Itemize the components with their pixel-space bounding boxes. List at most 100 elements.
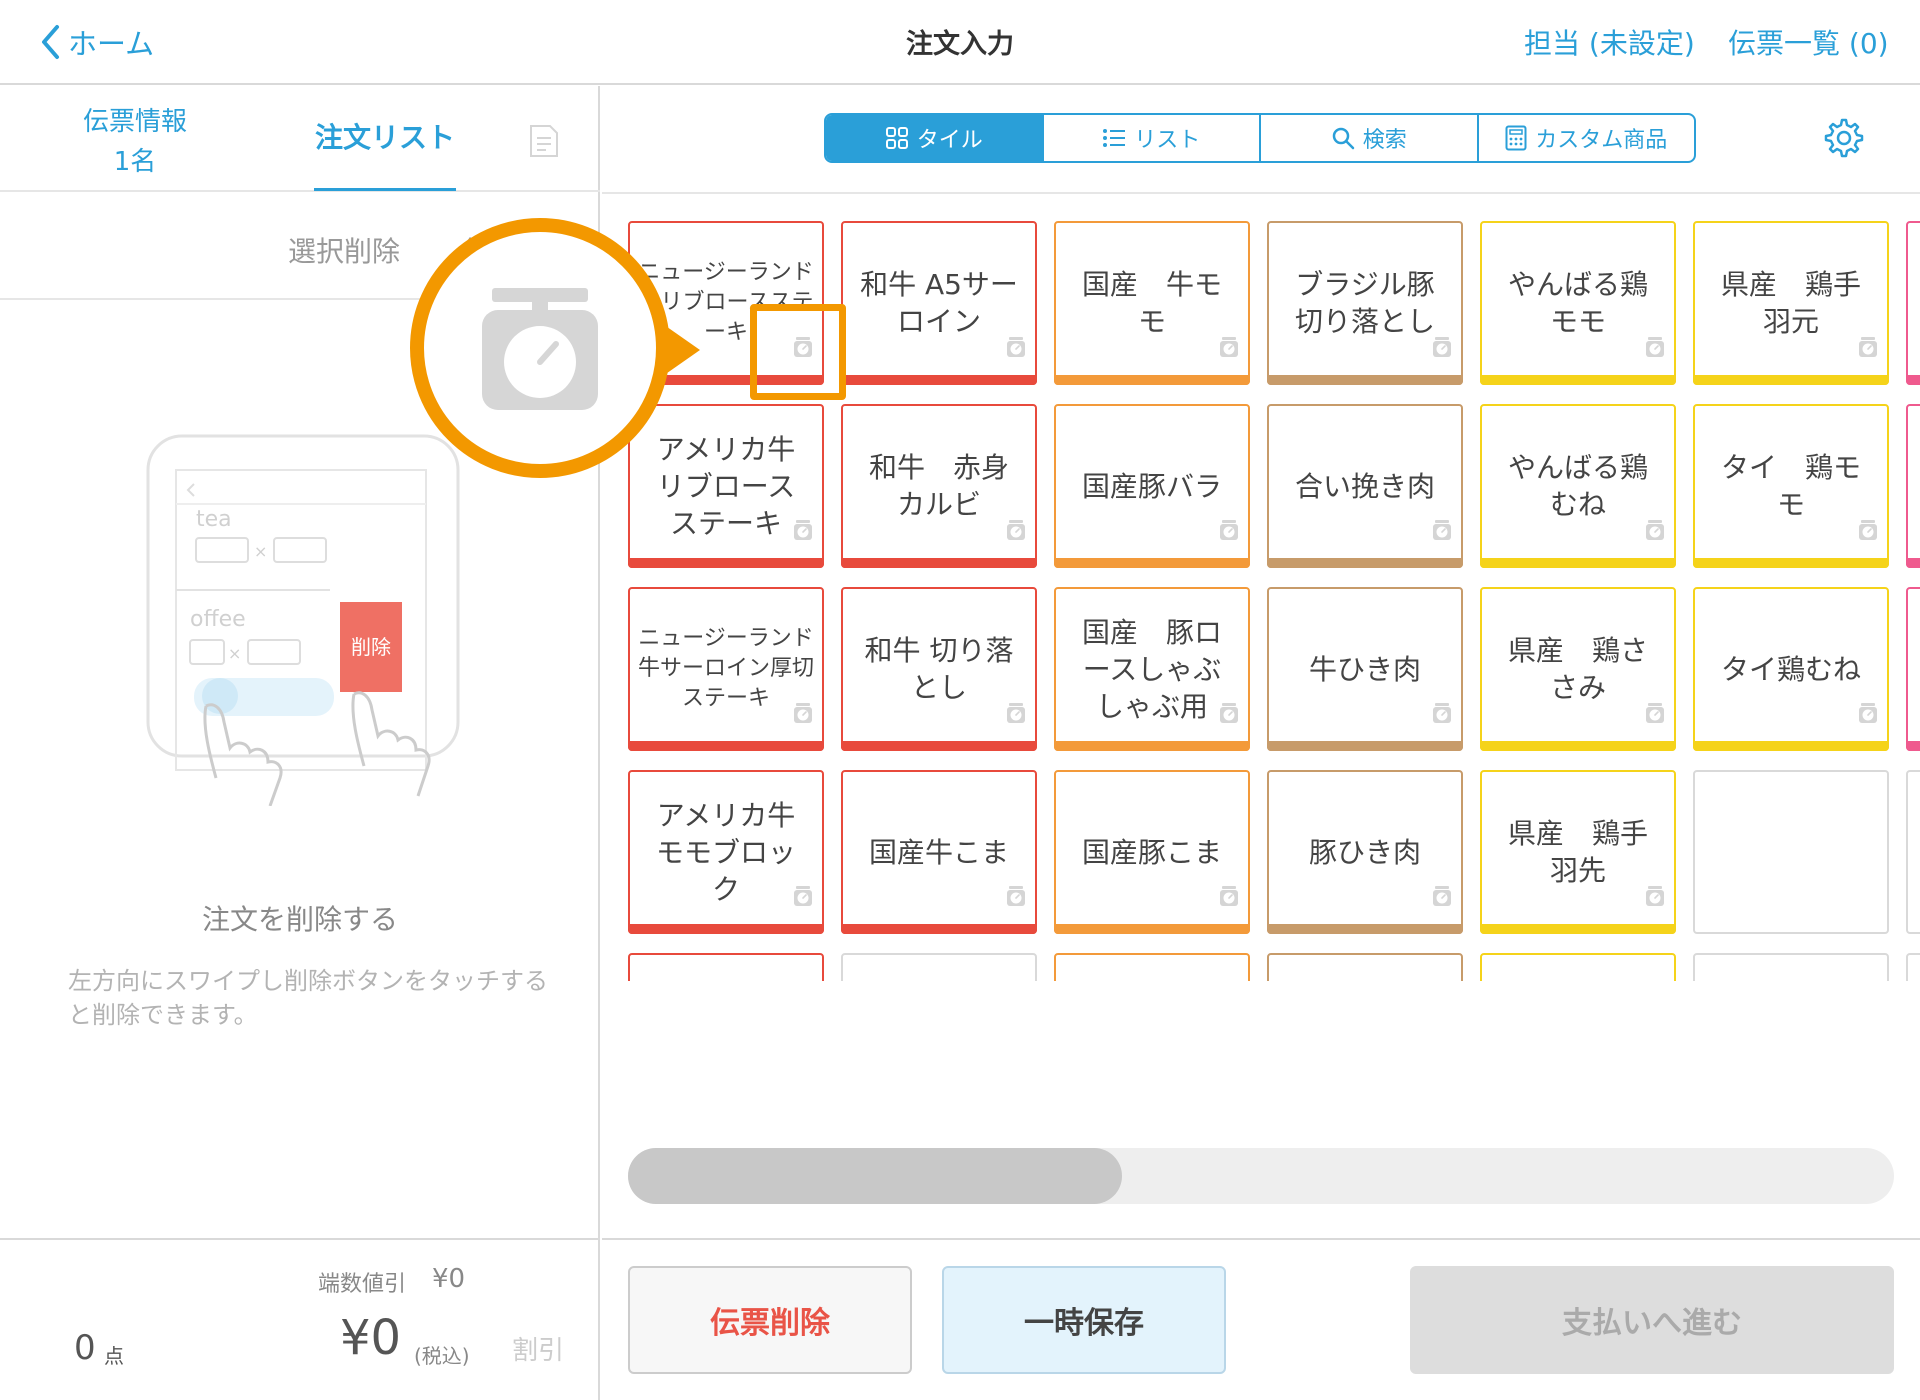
tab-list[interactable]: リスト bbox=[1044, 115, 1261, 161]
product-tile[interactable]: アメリカ牛切り落とし bbox=[628, 953, 824, 981]
product-tile[interactable]: 県産 鶏ささみ bbox=[1480, 587, 1676, 751]
empty-tile[interactable] bbox=[1693, 770, 1889, 934]
swipe-delete-illustration: tea × offee × 削除 bbox=[146, 434, 460, 806]
product-tile-label: 県産 鶏ささみ bbox=[1507, 634, 1648, 704]
empty-tile[interactable] bbox=[841, 953, 1037, 981]
total-amount: ¥0 bbox=[340, 1310, 402, 1366]
scale-icon bbox=[1431, 696, 1453, 733]
delete-slip-button[interactable]: 伝票削除 bbox=[628, 1266, 912, 1374]
scale-icon bbox=[1005, 696, 1027, 733]
product-tile-partial[interactable] bbox=[1906, 953, 1920, 981]
scale-icon bbox=[1431, 879, 1453, 916]
tab-slip-info-count: 1名 bbox=[113, 147, 157, 177]
product-tile-label: やんばる鶏むね bbox=[1507, 451, 1648, 521]
empty-state-description: 左方向にスワイプし削除ボタンをタッチすると削除できます。 bbox=[68, 967, 548, 1029]
slip-list-button[interactable]: 伝票一覧 (0) bbox=[1728, 22, 1889, 62]
callout-highlight-box bbox=[750, 304, 846, 400]
product-tile[interactable]: タイ 鶏モモ bbox=[1693, 404, 1889, 568]
home-back-label: ホーム bbox=[68, 27, 155, 61]
product-tile[interactable]: ブラジル豚ロース bbox=[1054, 953, 1250, 981]
product-tile-label: 県産 鶏手羽先 bbox=[1507, 817, 1648, 887]
tile-category-bar bbox=[841, 558, 1037, 568]
product-tile[interactable]: 鶏ひき肉 bbox=[1267, 953, 1463, 981]
tile-category-bar bbox=[1693, 375, 1889, 385]
scrollbar-thumb[interactable] bbox=[628, 1148, 1122, 1204]
tile-grid-icon bbox=[885, 127, 908, 149]
product-tile[interactable]: 国産豚バラ bbox=[1054, 404, 1250, 568]
footer-divider bbox=[0, 1238, 600, 1240]
product-tile[interactable]: 牛ひき肉 bbox=[1267, 587, 1463, 751]
tab-search[interactable]: 検索 bbox=[1261, 115, 1479, 161]
home-back-button[interactable]: ホーム bbox=[40, 20, 154, 64]
proceed-to-payment-button[interactable]: 支払いへ進む bbox=[1410, 1266, 1894, 1374]
product-tile-label: ニュージーランド 牛サーロイン厚切ステーキ bbox=[638, 626, 836, 711]
zoom-callout bbox=[410, 218, 670, 478]
hold-button[interactable]: 一時保存 bbox=[942, 1266, 1226, 1374]
product-tile[interactable]: 国産 牛モモ bbox=[1054, 221, 1250, 385]
product-tile-label: ブラジル豚切り落とし bbox=[1294, 268, 1435, 338]
tab-custom-item-label: カスタム商品 bbox=[1535, 128, 1668, 153]
horizontal-scrollbar[interactable] bbox=[628, 1148, 1894, 1204]
scale-icon bbox=[1857, 513, 1879, 550]
tile-category-bar bbox=[1054, 558, 1250, 568]
product-tile[interactable]: 豚ひき肉 bbox=[1267, 770, 1463, 934]
empty-tile[interactable] bbox=[1693, 953, 1889, 981]
tile-category-bar bbox=[1480, 558, 1676, 568]
product-tile-label: 国産牛こま bbox=[868, 835, 1009, 869]
product-tile[interactable]: タイ鶏むね bbox=[1693, 587, 1889, 751]
toolbar-divider bbox=[602, 192, 1920, 194]
scale-icon bbox=[1857, 330, 1879, 367]
scale-icon bbox=[1644, 330, 1666, 367]
product-tile[interactable]: ブラジル豚切り落とし bbox=[1267, 221, 1463, 385]
tab-order-list[interactable]: 注文リスト bbox=[314, 116, 456, 156]
scale-icon bbox=[792, 702, 814, 733]
discount-button[interactable]: 割引 bbox=[512, 1330, 564, 1367]
empty-state-title: 注文を削除する bbox=[201, 903, 398, 936]
receipt-icon[interactable] bbox=[528, 124, 560, 158]
tile-category-bar bbox=[1906, 741, 1920, 751]
action-bar-divider bbox=[602, 1238, 1920, 1240]
tax-included-label: (税込) bbox=[414, 1344, 470, 1368]
tab-list-label: リスト bbox=[1134, 128, 1201, 153]
product-tile[interactable]: 国産 豚ロースしゃぶしゃぶ用 bbox=[1054, 587, 1250, 751]
product-tile-partial[interactable] bbox=[1906, 221, 1920, 385]
product-tile-partial[interactable] bbox=[1906, 770, 1920, 934]
product-tile-partial[interactable] bbox=[1906, 587, 1920, 751]
product-tile[interactable]: 国産牛こま bbox=[841, 770, 1037, 934]
product-tile-label: タイ鶏むね bbox=[1720, 652, 1861, 686]
scale-icon bbox=[1857, 696, 1879, 733]
product-tile[interactable]: 県産 鶏手羽先 bbox=[1480, 770, 1676, 934]
tile-category-bar bbox=[1480, 741, 1676, 751]
product-tile[interactable]: 国産豚こま bbox=[1054, 770, 1250, 934]
scale-icon bbox=[1218, 513, 1240, 550]
product-tile[interactable]: やんばる鶏むね bbox=[1480, 404, 1676, 568]
product-tile[interactable]: 和牛 切り落とし bbox=[841, 587, 1037, 751]
product-tile-label: 県産 鶏手羽元 bbox=[1720, 268, 1861, 338]
side-tabs: 伝票情報 1名 注文リスト bbox=[0, 86, 600, 192]
product-tile[interactable]: アメリカ牛リブロースステーキ bbox=[628, 404, 824, 568]
illus-item-tea: tea bbox=[196, 507, 232, 532]
active-tab-indicator bbox=[314, 188, 456, 191]
tab-slip-info[interactable]: 伝票情報 1名 bbox=[60, 102, 210, 182]
product-tile[interactable]: 合い挽き肉 bbox=[1267, 404, 1463, 568]
staff-button[interactable]: 担当 (未設定) bbox=[1524, 22, 1695, 62]
gear-icon[interactable] bbox=[1822, 116, 1866, 160]
product-tile-label: 合い挽き肉 bbox=[1294, 469, 1435, 503]
product-tile[interactable]: 和牛 A5サーロイン bbox=[841, 221, 1037, 385]
product-tile[interactable]: ニュージーランド 牛サーロイン厚切ステーキ bbox=[628, 587, 836, 751]
callout-arrow bbox=[660, 322, 700, 378]
select-delete-button[interactable]: 選択削除 bbox=[288, 230, 400, 270]
product-tile[interactable]: 県産 鶏手羽元 bbox=[1693, 221, 1889, 385]
product-tile[interactable]: アメリカ牛モモブロック bbox=[628, 770, 824, 934]
tile-category-bar bbox=[1267, 375, 1463, 385]
tile-category-bar bbox=[841, 741, 1037, 751]
tab-tile[interactable]: タイル bbox=[826, 115, 1044, 161]
tab-custom-item[interactable]: カスタム商品 bbox=[1479, 115, 1695, 161]
product-tile[interactable]: やんばる鶏モモ bbox=[1480, 221, 1676, 385]
tile-category-bar bbox=[1906, 375, 1920, 385]
product-tile-label: やんばる鶏モモ bbox=[1507, 268, 1648, 338]
scale-icon-magnified bbox=[482, 288, 598, 410]
product-tile[interactable]: 県産 鶏手羽中 bbox=[1480, 953, 1676, 981]
product-tile[interactable]: 和牛 赤身カルビ bbox=[841, 404, 1037, 568]
product-tile-partial[interactable] bbox=[1906, 404, 1920, 568]
